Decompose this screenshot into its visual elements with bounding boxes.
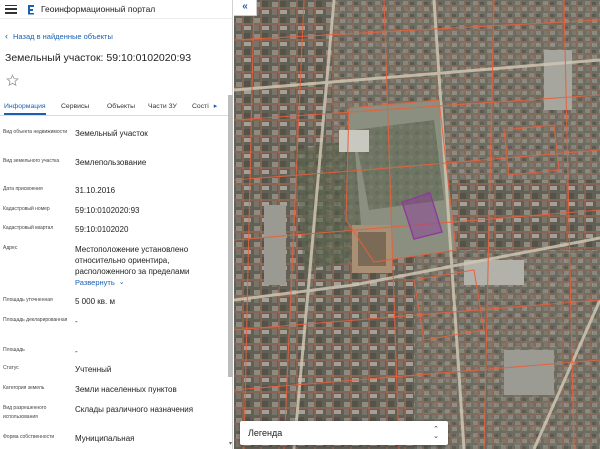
chevron-left-icon: ‹ [5,30,8,41]
attribute-label: Категория земель [3,385,45,391]
attribute-label: Статус [3,365,19,371]
portal-logo-icon [28,4,34,14]
page-title: Земельный участок: 59:10:0102020:93 [5,52,192,64]
address-text: Местоположение установлено относительно … [75,245,190,276]
tab-bar: Информация Сервисы Объекты Части ЗУ Сост… [0,97,228,116]
attribute-value: 31.10.2016 [75,186,116,195]
top-bar: Геоинформационный портал [0,0,232,19]
attribute-value: Муниципальная [75,434,135,443]
attribute-label: Площадь [3,347,25,353]
attribute-label: Кадастровый квартал [3,225,54,231]
attribute-value: Склады различного назначения [75,405,194,414]
attribute-label: Кадастровый номер [3,206,50,212]
attribute-label: Площадь уточненная [3,297,53,303]
tab-parcel-parts[interactable]: Части ЗУ [148,103,177,115]
attribute-label: Адрес [3,245,18,251]
attribute-value: - [75,317,78,326]
menu-icon[interactable] [5,4,17,14]
legend-label: Легенда [248,428,283,438]
map-view[interactable] [234,0,600,449]
expand-label: Развернуть [75,278,115,287]
panel-scrollbar[interactable] [228,95,233,377]
legend-dropdown[interactable]: Легенда ⌃ ⌄ [240,421,448,445]
info-panel: Геоинформационный портал ‹ Назад в найде… [0,0,233,449]
attribute-value: Земли населенных пунктов [75,385,177,394]
attribute-value: Учтенный [75,365,112,374]
tab-services[interactable]: Сервисы [61,103,89,115]
attribute-value: 59:10:0102020:93 [75,206,140,215]
attribute-label: Вид объекта недвижимости [3,129,68,135]
attribute-value: 59:10:0102020 [75,225,129,234]
updown-chevron-icon: ⌃ ⌄ [433,426,439,440]
attribute-value: Землепользование [75,158,147,167]
expand-address-button[interactable]: Развернуть ⌄ [75,277,225,288]
tabs-scroll-right-icon[interactable]: ▸ [211,98,220,115]
tab-objects[interactable]: Объекты [107,103,135,115]
attribute-value: 5 000 кв. м [75,297,115,306]
favorite-star-icon[interactable] [6,74,19,87]
tab-composition[interactable]: Сості [192,103,209,115]
attribute-label: Вид земельного участка [3,158,60,164]
attribute-value: Местоположение установлено относительно … [75,244,225,288]
scrollbar-thumb[interactable] [228,95,233,377]
collapse-panel-button[interactable]: « [234,0,257,16]
back-link-label: Назад в найденные объекты [13,31,113,41]
back-to-results-link[interactable]: ‹ Назад в найденные объекты [0,29,232,43]
attribute-label: Дата присвоения [3,186,43,192]
satellite-map[interactable] [234,0,600,449]
scroll-down-arrow-icon[interactable]: ▾ [227,440,234,448]
attribute-value: Земельный участок [75,129,148,138]
chevron-down-icon: ⌄ [118,279,125,286]
attribute-label: Форма собственности [3,434,55,440]
portal-title: Геоинформационный портал [41,4,156,14]
tab-info[interactable]: Информация [4,103,46,115]
attribute-label: Площадь декларированная [3,317,68,323]
attribute-label: Вид разрешенного использования [3,405,47,420]
attribute-value: - [75,347,78,356]
